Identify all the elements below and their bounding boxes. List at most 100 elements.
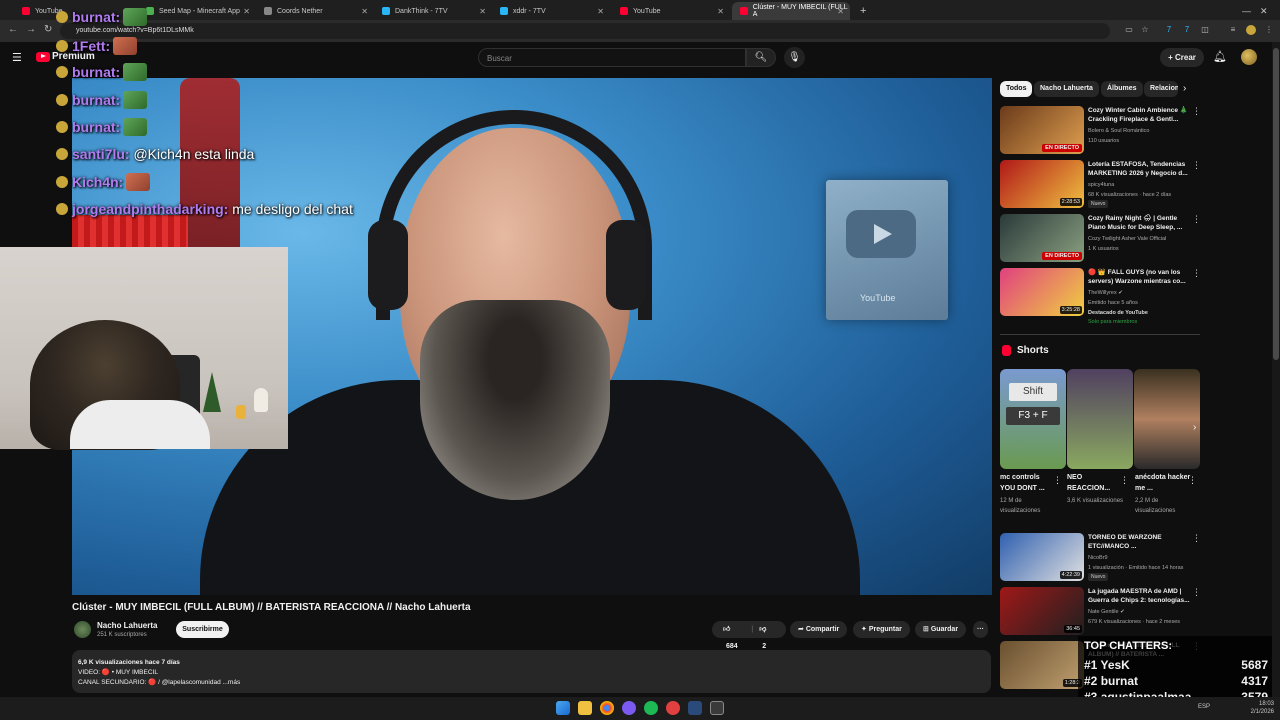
recommendation-title[interactable]: Cozy Rainy Night 🌧 | Gentle Piano Music … — [1088, 214, 1192, 232]
7tv-extension-icon-2[interactable]: 7 — [1182, 25, 1192, 35]
like-button[interactable]: 👍︎ 684 — [720, 621, 748, 650]
spotify-icon[interactable] — [644, 701, 658, 715]
bookmark-star-icon[interactable]: ☆ — [1140, 25, 1150, 35]
close-tab-icon[interactable]: ✕ — [361, 7, 368, 16]
close-tab-icon[interactable]: ✕ — [243, 7, 250, 16]
close-tab-icon[interactable]: ✕ — [479, 7, 486, 16]
hamburger-menu-icon[interactable]: ☰ — [12, 51, 22, 64]
shorts-next-chevron-icon[interactable]: › — [1193, 422, 1196, 433]
chrome-icon[interactable] — [600, 701, 614, 715]
sidebar-icon[interactable]: ≡ — [1228, 25, 1238, 35]
recommendation-thumbnail[interactable]: 1:28:3 — [1000, 641, 1084, 689]
minimize-icon[interactable]: — — [1234, 2, 1251, 20]
tab-dankthink[interactable]: DankThink - 7TV ✕ — [374, 2, 492, 20]
recommendation-menu-icon[interactable]: ⋮ — [1192, 533, 1201, 544]
subscribe-button[interactable]: Suscribirme — [176, 621, 229, 638]
recommendation-menu-icon[interactable]: ⋮ — [1192, 268, 1201, 279]
account-avatar[interactable] — [1241, 49, 1257, 65]
url-input[interactable]: youtube.com/watch?v=Bp6t1DLsMMk — [60, 23, 1110, 39]
channel-name[interactable]: Nacho Lahuerta — [97, 621, 157, 630]
recommendation-menu-icon[interactable]: ⋮ — [1192, 160, 1201, 171]
recommendation-title[interactable]: 🔴 👑 FALL GUYS (no van los servers) Warzo… — [1088, 268, 1192, 286]
recommendation-thumbnail[interactable]: 4:22:39 — [1000, 533, 1084, 581]
notifications-bell-icon[interactable]: 🔔︎ — [1213, 50, 1227, 63]
short-title-2[interactable]: NEO REACCION... — [1067, 472, 1123, 494]
recommendation-channel[interactable]: NicoBr9 — [1088, 554, 1198, 562]
ask-button[interactable]: ✦ Preguntar — [853, 621, 910, 638]
video-description[interactable]: 6,9 K visualizaciones hace 7 días VIDEO:… — [72, 650, 991, 693]
scrollbar-thumb[interactable] — [1273, 48, 1279, 360]
short-menu-icon[interactable]: ⋮ — [1120, 475, 1129, 486]
tab-youtube-2[interactable]: YouTube ✕ — [612, 2, 730, 20]
recommendation-thumbnail[interactable]: 3:25:28 — [1000, 268, 1084, 316]
chip-todos[interactable]: Todos — [1000, 81, 1033, 97]
language-indicator[interactable]: ESP — [1198, 704, 1210, 710]
short-thumbnail-1[interactable]: Shift F3 + F — [1000, 369, 1066, 469]
windows-start-icon[interactable] — [556, 701, 570, 715]
short-menu-icon[interactable]: ⋮ — [1053, 475, 1062, 486]
short-thumbnail-2[interactable] — [1067, 369, 1133, 469]
tab-seed-map[interactable]: Seed Map - Minecraft App ✕ — [138, 2, 256, 20]
extensions-icon[interactable]: ◫ — [1200, 25, 1210, 35]
chip-relacionados[interactable]: Relacionados — [1144, 81, 1178, 97]
steam-icon[interactable] — [688, 701, 702, 715]
recommendation-thumbnail[interactable]: 36:45 — [1000, 587, 1084, 635]
tab-cluster-active[interactable]: Clúster - MUY IMBECIL (FULL A ✕ — [732, 2, 850, 20]
dislike-button[interactable]: 👎︎ 2 — [756, 621, 778, 650]
channel-avatar[interactable] — [74, 621, 91, 638]
recommendation-channel[interactable]: Nate Gentile ✔ — [1088, 608, 1198, 616]
recommendation-menu-icon[interactable]: ⋮ — [1192, 587, 1201, 598]
short-thumbnail-3[interactable] — [1134, 369, 1200, 469]
share-button[interactable]: ➦ Compartir — [790, 621, 848, 638]
menu-dots-icon[interactable]: ⋮ — [1264, 25, 1274, 35]
chevron-right-icon[interactable]: › — [1183, 83, 1186, 94]
recommendation-title[interactable]: Lotería ESTAFOSA, Tendencias MARKETING 2… — [1088, 160, 1192, 178]
7tv-extension-icon[interactable]: 7 — [1164, 25, 1174, 35]
short-title-1[interactable]: mc controls YOU DONT ... — [1000, 472, 1056, 494]
recommendation-title[interactable]: La jugada MAESTRA de AMD | Guerra de Chi… — [1088, 587, 1192, 605]
recommendation-title[interactable]: TORNEO DE WARZONE ETC//MANCO ... — [1088, 533, 1192, 551]
recommendation-thumbnail[interactable]: EN DIRECTO — [1000, 214, 1084, 262]
app-icon[interactable] — [666, 701, 680, 715]
cast-icon[interactable]: ▭ — [1124, 25, 1134, 35]
recommendation-channel[interactable]: spicy4tuna — [1088, 181, 1198, 189]
recommendation-channel[interactable]: Cozy Twilight Asher Vale Official — [1088, 235, 1198, 243]
close-tab-icon[interactable]: ✕ — [597, 7, 604, 16]
new-tab-button[interactable]: + — [852, 2, 868, 20]
reload-icon[interactable]: ↻ — [44, 24, 52, 35]
recommendation-menu-icon[interactable]: ⋮ — [1192, 106, 1201, 117]
close-window-icon[interactable]: ✕ — [1252, 2, 1268, 20]
tab-coords-nether[interactable]: Coords Nether ✕ — [256, 2, 374, 20]
forward-icon[interactable]: → — [26, 24, 36, 35]
save-button[interactable]: ⊞ Guardar — [915, 621, 967, 638]
close-tab-icon[interactable]: ✕ — [837, 7, 844, 16]
recommendation-channel[interactable]: Bolero & Soul Romántico — [1088, 127, 1198, 135]
recommendation-title[interactable]: Cozy Winter Cabin Ambience 🎄 Crackling F… — [1088, 106, 1192, 124]
chip-albumes[interactable]: Álbumes — [1101, 81, 1143, 97]
tab-xddr[interactable]: xddr - 7TV ✕ — [492, 2, 610, 20]
recommendation-item[interactable]: EN DIRECTO Cozy Rainy Night 🌧 | Gentle Pi… — [1000, 214, 1205, 264]
close-tab-icon[interactable]: ✕ — [717, 7, 724, 16]
create-button[interactable]: + Crear — [1160, 48, 1204, 67]
recommendation-item[interactable]: 2:28:53 Lotería ESTAFOSA, Tendencias MARK… — [1000, 160, 1205, 210]
search-button[interactable]: 🔍︎ — [746, 48, 776, 67]
recommendation-menu-icon[interactable]: ⋮ — [1192, 214, 1201, 225]
recommendation-thumbnail[interactable]: 2:28:53 — [1000, 160, 1084, 208]
taskbar-clock[interactable]: 18:03 2/1/2026 — [1228, 700, 1274, 716]
back-icon[interactable]: ← — [8, 24, 18, 35]
recommendation-item[interactable]: 3:25:28 🔴 👑 FALL GUYS (no van los servers… — [1000, 268, 1205, 325]
file-explorer-icon[interactable] — [578, 701, 592, 715]
recommendation-item[interactable]: EN DIRECTO Cozy Winter Cabin Ambience 🎄 C… — [1000, 106, 1205, 156]
recommendation-channel[interactable]: TheWillyrex ✔ — [1088, 289, 1198, 297]
discord-icon[interactable] — [622, 701, 636, 715]
obs-icon[interactable] — [710, 701, 724, 715]
voice-search-button[interactable]: 🎙︎ — [784, 47, 805, 68]
short-title-3[interactable]: anécdota hacker me ... — [1135, 472, 1191, 494]
search-input[interactable]: Buscar — [478, 48, 746, 67]
recommendation-thumbnail[interactable]: EN DIRECTO — [1000, 106, 1084, 154]
more-actions-button[interactable]: ··· — [973, 621, 988, 638]
short-menu-icon[interactable]: ⋮ — [1188, 475, 1197, 486]
profile-avatar[interactable] — [1246, 25, 1256, 35]
recommendation-item[interactable]: 4:22:39 TORNEO DE WARZONE ETC//MANCO ... ⋮… — [1000, 533, 1205, 583]
chip-nacho-lahuerta[interactable]: Nacho Lahuerta — [1034, 81, 1099, 97]
